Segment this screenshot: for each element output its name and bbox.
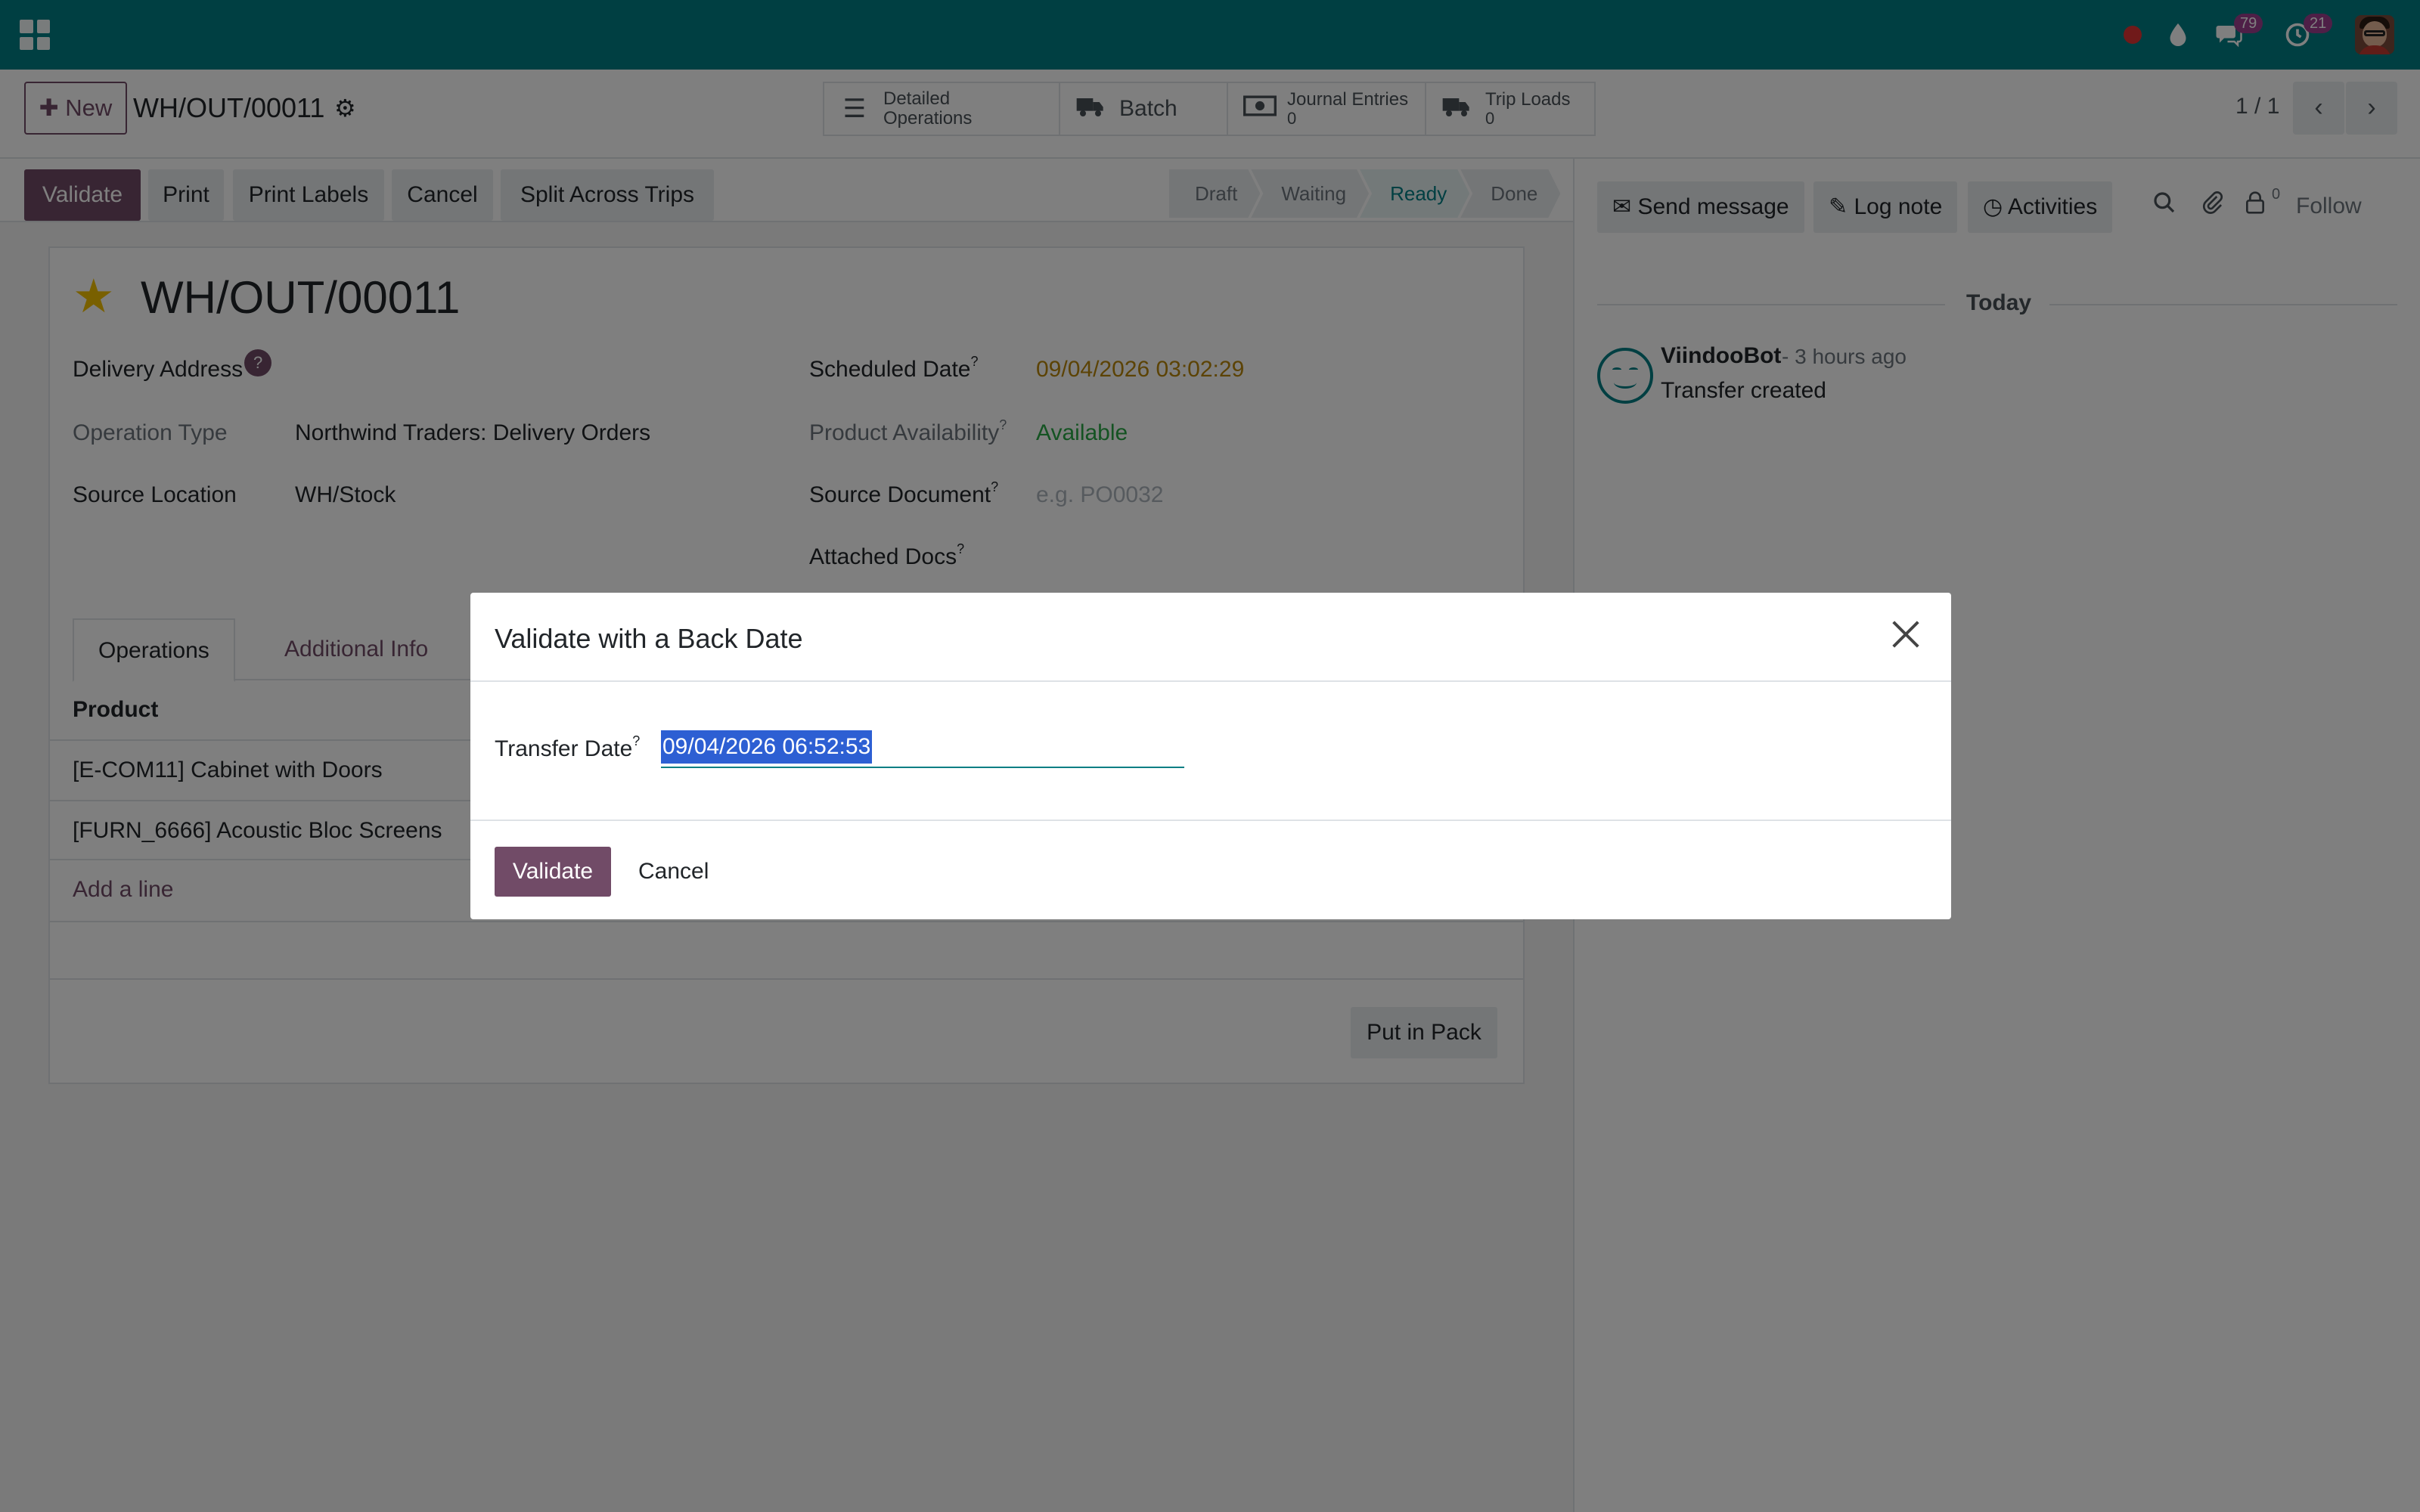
transfer-date-input[interactable]: 09/04/2026 06:52:53: [661, 730, 1184, 768]
dialog-cancel-button[interactable]: Cancel: [634, 847, 713, 897]
transfer-date-text: Transfer Date: [495, 736, 633, 761]
transfer-date-label: Transfer Date?: [495, 733, 641, 761]
dialog-header: Validate with a Back Date: [470, 593, 1951, 682]
dialog-title: Validate with a Back Date: [495, 623, 803, 654]
close-icon[interactable]: [1888, 615, 1924, 652]
dialog-body: Transfer Date? 09/04/2026 06:52:53: [470, 682, 1951, 820]
transfer-date-value[interactable]: 09/04/2026 06:52:53: [661, 730, 873, 764]
validate-back-date-dialog: Validate with a Back Date Transfer Date?…: [470, 593, 1951, 919]
dialog-footer: Validate Cancel: [470, 820, 1951, 919]
dialog-validate-button[interactable]: Validate: [495, 847, 611, 897]
